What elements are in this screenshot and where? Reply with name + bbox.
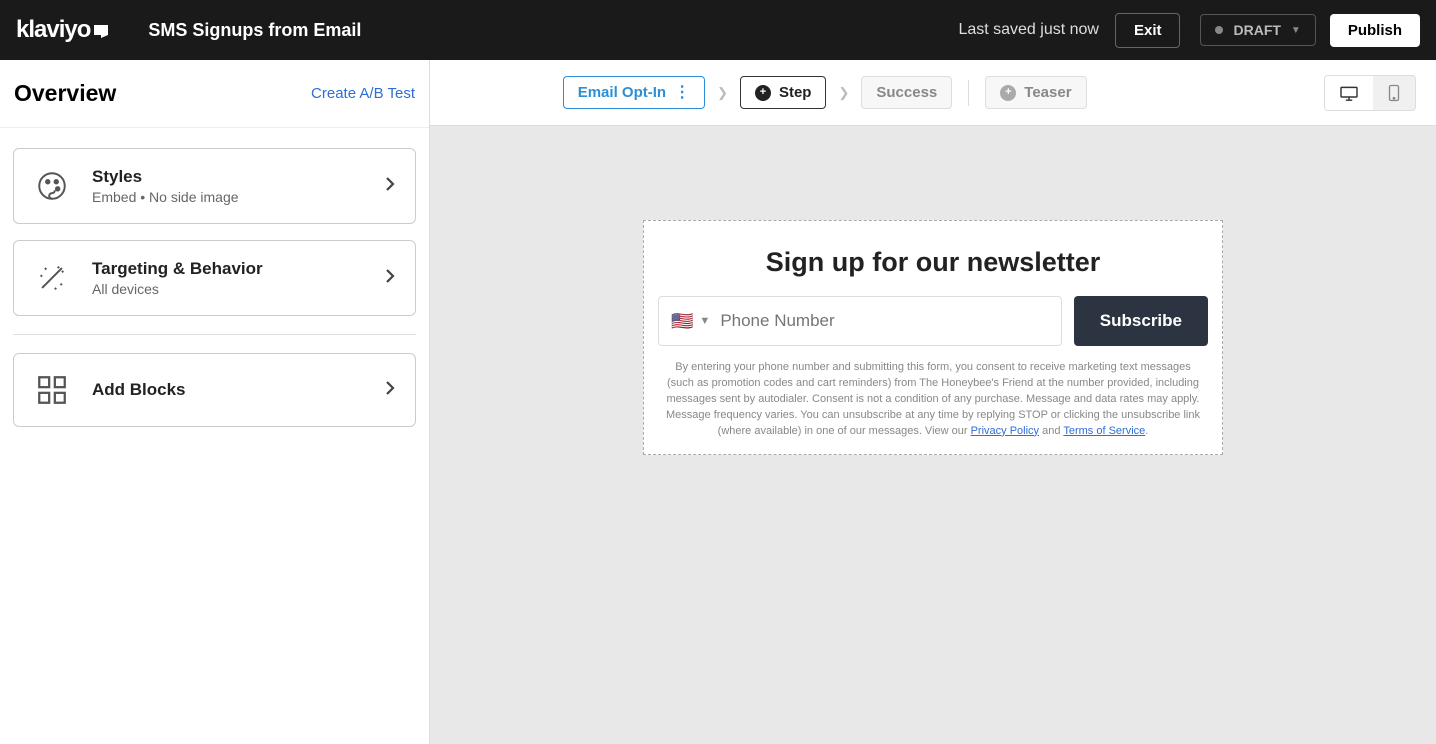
card-title: Add Blocks (92, 380, 363, 400)
divider (13, 334, 416, 335)
wand-icon (34, 260, 70, 296)
last-saved-text: Last saved just now (958, 21, 1099, 39)
app-header: klaviyo SMS Signups from Email Last save… (0, 0, 1436, 60)
canvas: Email Opt-In ⋮ ❯ + Step ❯ Success + Teas… (430, 60, 1436, 744)
sidebar-body: Styles Embed • No side image Targeting &… (0, 128, 429, 463)
palette-icon (34, 168, 70, 204)
page-title: SMS Signups from Email (148, 20, 958, 41)
disclaimer-text: By entering your phone number and submit… (656, 360, 1210, 440)
card-text: Targeting & Behavior All devices (92, 259, 363, 297)
and-text: and (1039, 425, 1063, 437)
caret-down-icon: ▼ (1291, 25, 1301, 36)
blocks-icon (34, 372, 70, 408)
mobile-view-button[interactable] (1373, 76, 1415, 110)
step-label: Teaser (1024, 84, 1071, 101)
styles-card[interactable]: Styles Embed • No side image (13, 148, 416, 224)
status-label: DRAFT (1233, 22, 1280, 38)
chevron-right-icon (385, 268, 395, 289)
chevron-right-icon (385, 176, 395, 197)
phone-input-wrapper[interactable]: 🇺🇸 ▼ (658, 296, 1062, 346)
steps-center: Email Opt-In ⋮ ❯ + Step ❯ Success + Teas… (563, 76, 1087, 109)
targeting-card[interactable]: Targeting & Behavior All devices (13, 240, 416, 316)
terms-link[interactable]: Terms of Service (1063, 425, 1145, 437)
card-title: Targeting & Behavior (92, 259, 363, 279)
chevron-right-icon (385, 380, 395, 401)
period: . (1145, 425, 1148, 437)
step-success[interactable]: Success (861, 76, 952, 109)
steps-bar: Email Opt-In ⋮ ❯ + Step ❯ Success + Teas… (430, 60, 1436, 126)
sidebar-header: Overview Create A/B Test (0, 60, 429, 128)
card-subtitle: Embed • No side image (92, 189, 363, 205)
preview-area: Sign up for our newsletter 🇺🇸 ▼ Subscrib… (430, 126, 1436, 455)
country-dropdown-icon[interactable]: ▼ (699, 315, 710, 327)
signup-form[interactable]: Sign up for our newsletter 🇺🇸 ▼ Subscrib… (643, 220, 1223, 455)
chevron-right-icon: ❯ (838, 85, 849, 101)
privacy-policy-link[interactable]: Privacy Policy (971, 425, 1039, 437)
step-label: Step (779, 84, 812, 101)
card-subtitle: All devices (92, 281, 363, 297)
logo: klaviyo (16, 16, 108, 44)
sidebar: Overview Create A/B Test Styles Embed • … (0, 60, 430, 744)
subscribe-button[interactable]: Subscribe (1074, 296, 1208, 346)
status-dropdown[interactable]: DRAFT ▼ (1200, 14, 1315, 46)
chevron-right-icon: ❯ (717, 85, 728, 101)
form-headline: Sign up for our newsletter (656, 247, 1210, 278)
form-row: 🇺🇸 ▼ Subscribe (656, 296, 1210, 346)
exit-button[interactable]: Exit (1115, 13, 1181, 48)
add-teaser-button[interactable]: + Teaser (985, 76, 1086, 109)
separator (968, 80, 969, 106)
status-dot-icon (1215, 26, 1223, 34)
add-blocks-card[interactable]: Add Blocks (13, 353, 416, 427)
card-text: Add Blocks (92, 380, 363, 400)
card-text: Styles Embed • No side image (92, 167, 363, 205)
device-toggle (1324, 75, 1416, 111)
main-area: Overview Create A/B Test Styles Embed • … (0, 60, 1436, 744)
overview-title: Overview (14, 80, 116, 107)
create-ab-test-link[interactable]: Create A/B Test (311, 85, 415, 102)
step-email-opt-in[interactable]: Email Opt-In ⋮ (563, 76, 705, 109)
card-title: Styles (92, 167, 363, 187)
step-label: Email Opt-In (578, 84, 666, 101)
step-label: Success (876, 84, 937, 101)
plus-icon: + (755, 85, 771, 101)
add-step-button[interactable]: + Step (740, 76, 827, 109)
logo-text: klaviyo (16, 16, 90, 44)
country-flag-icon: 🇺🇸 (671, 311, 693, 332)
desktop-view-button[interactable] (1325, 76, 1373, 110)
logo-flag-icon (94, 25, 108, 35)
plus-icon: + (1000, 85, 1016, 101)
phone-number-input[interactable] (720, 311, 1048, 331)
publish-button[interactable]: Publish (1330, 14, 1420, 47)
kebab-icon[interactable]: ⋮ (674, 85, 690, 101)
